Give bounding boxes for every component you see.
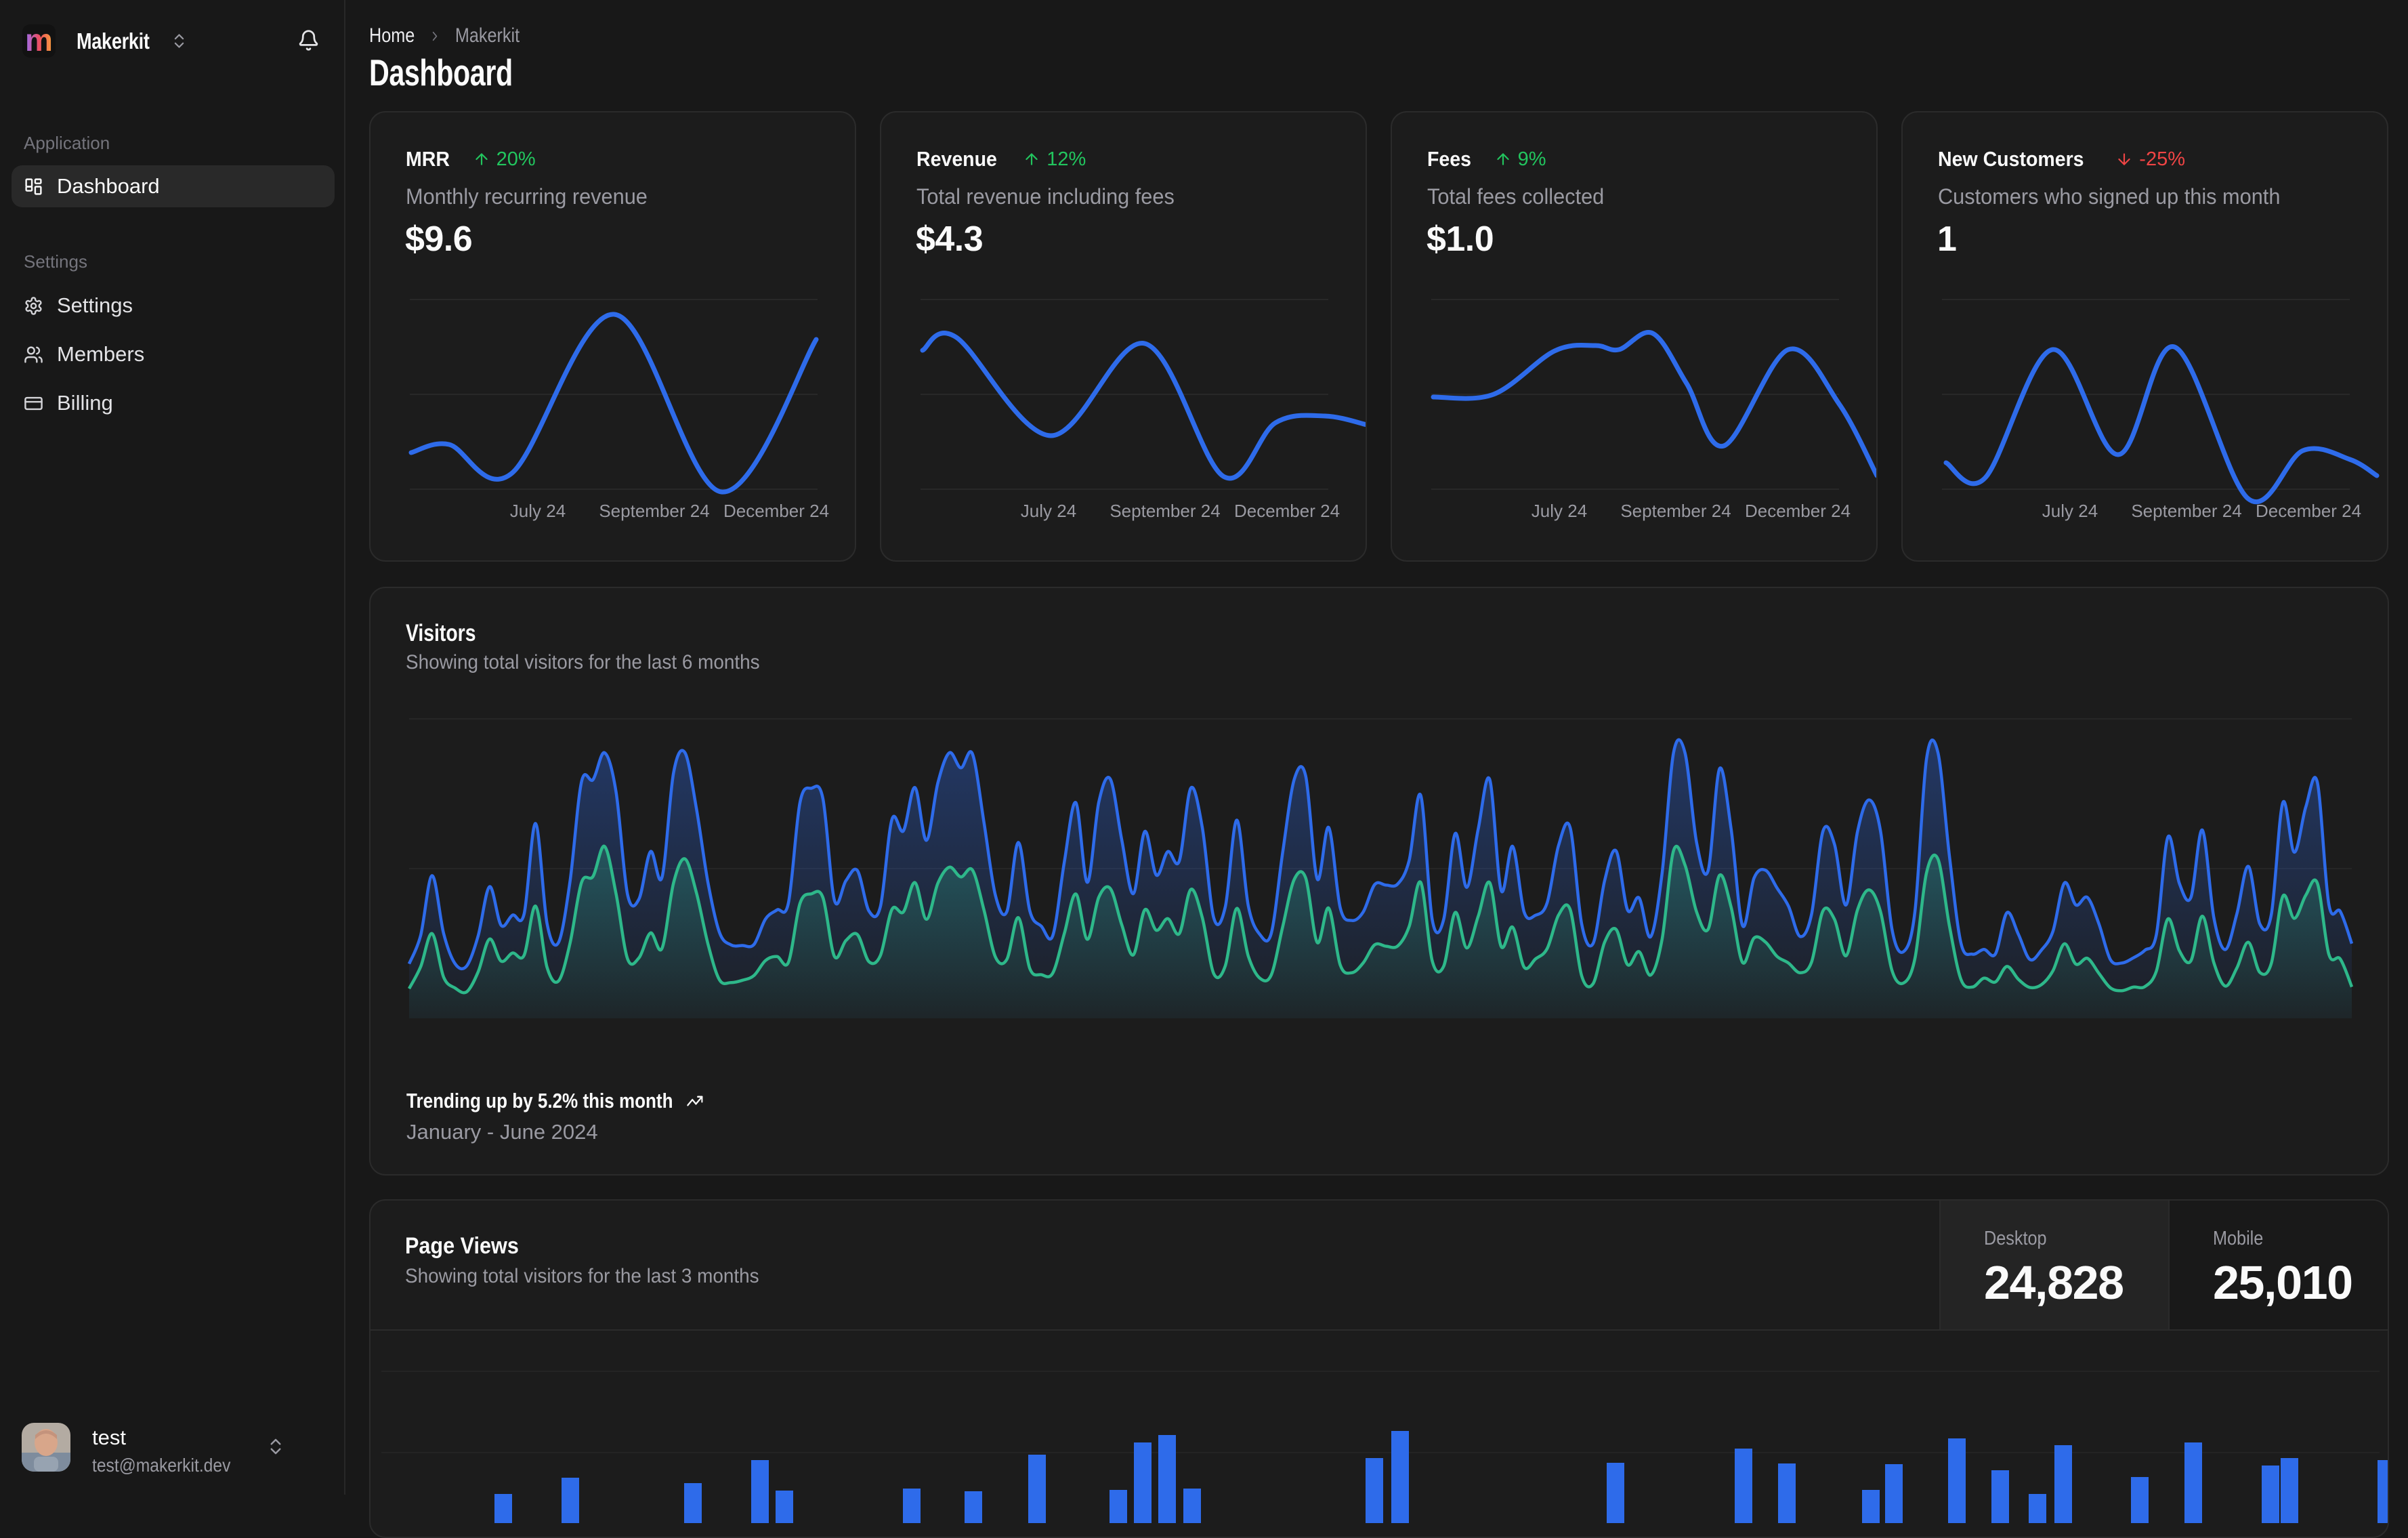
svg-text:July 24: July 24	[1532, 501, 1587, 521]
svg-text:September 24: September 24	[1620, 501, 1731, 521]
svg-text:July 24: July 24	[510, 501, 566, 521]
svg-text:September 24: September 24	[2131, 501, 2241, 521]
svg-text:July 24: July 24	[1021, 501, 1076, 521]
svg-text:September 24: September 24	[599, 501, 709, 521]
svg-text:m: m	[25, 24, 53, 58]
svg-text:December 24: December 24	[723, 501, 829, 521]
svg-text:July 24: July 24	[2042, 501, 2098, 521]
svg-text:December 24: December 24	[1234, 501, 1340, 521]
svg-text:December 24: December 24	[1745, 501, 1851, 521]
svg-text:September 24: September 24	[1110, 501, 1220, 521]
svg-text:December 24: December 24	[2256, 501, 2361, 521]
